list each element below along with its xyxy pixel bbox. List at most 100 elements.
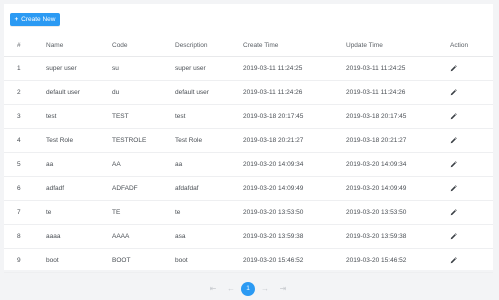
pencil-icon xyxy=(450,256,457,264)
table-row: 9 boot BOOT boot 2019-03-20 15:46:52 2019-03-… xyxy=(4,249,493,273)
pencil-icon xyxy=(450,136,457,144)
row-create-time: 2019-03-20 14:09:34 xyxy=(243,161,304,168)
row-name: te xyxy=(46,209,52,216)
first-page-button[interactable]: ⇤ xyxy=(207,283,219,295)
row-name: default user xyxy=(46,89,80,96)
row-code: TEST xyxy=(112,113,129,120)
last-page-button[interactable]: ⇥ xyxy=(277,283,289,295)
row-name: aaaa xyxy=(46,233,61,240)
prev-page-button[interactable]: ← xyxy=(225,283,237,295)
row-update-time: 2019-03-20 14:09:49 xyxy=(346,185,407,192)
row-update-time: 2019-03-11 11:24:26 xyxy=(346,89,406,96)
row-description: asa xyxy=(175,233,186,240)
row-create-time: 2019-03-11 11:24:25 xyxy=(243,65,303,72)
table-body: 1 super user su super user 2019-03-11 11:24:… xyxy=(4,57,493,273)
header-name: Name xyxy=(46,42,64,49)
row-code: TESTROLE xyxy=(112,137,147,144)
row-code: AA xyxy=(112,161,121,168)
row-create-time: 2019-03-20 14:09:49 xyxy=(243,185,304,192)
row-index: 6 xyxy=(17,185,21,192)
table-row: 6 adfadf ADFADF afdafdaf 2019-03-20 14:09:49… xyxy=(4,177,493,201)
row-index: 8 xyxy=(17,233,21,240)
row-code: du xyxy=(112,89,120,96)
roles-table: # Name Code Description Create Time Upda… xyxy=(4,36,493,273)
row-create-time: 2019-03-18 20:17:45 xyxy=(243,113,304,120)
pencil-icon xyxy=(450,184,457,192)
create-new-button[interactable]: + Create New xyxy=(10,13,60,26)
row-create-time: 2019-03-18 20:21:27 xyxy=(243,137,304,144)
edit-button[interactable] xyxy=(450,201,457,224)
row-update-time: 2019-03-18 20:17:45 xyxy=(346,113,407,120)
table-row: 4 Test Role TESTROLE Test Role 2019-03-18 20… xyxy=(4,129,493,153)
table-row: 5 aa AA aa 2019-03-20 14:09:34 2019-03-20 14:… xyxy=(4,153,493,177)
role-list-card: + Create New # Name Code Description Cre… xyxy=(4,4,493,273)
row-description: Test Role xyxy=(175,137,203,144)
row-index: 7 xyxy=(17,209,21,216)
row-index: 9 xyxy=(17,257,21,264)
row-update-time: 2019-03-20 13:59:38 xyxy=(346,233,407,240)
row-description: super user xyxy=(175,65,206,72)
edit-button[interactable] xyxy=(450,177,457,200)
edit-button[interactable] xyxy=(450,153,457,176)
row-description: boot xyxy=(175,257,188,264)
edit-button[interactable] xyxy=(450,81,457,104)
row-update-time: 2019-03-18 20:21:27 xyxy=(346,137,407,144)
row-update-time: 2019-03-20 15:46:52 xyxy=(346,257,407,264)
pencil-icon xyxy=(450,208,457,216)
row-update-time: 2019-03-20 14:09:34 xyxy=(346,161,407,168)
header-code: Code xyxy=(112,42,128,49)
row-name: Test Role xyxy=(46,137,74,144)
table-row: 2 default user du default user 2019-03-11 11… xyxy=(4,81,493,105)
row-description: default user xyxy=(175,89,209,96)
next-page-button[interactable]: → xyxy=(259,283,271,295)
row-create-time: 2019-03-20 13:53:50 xyxy=(243,209,304,216)
row-update-time: 2019-03-20 13:53:50 xyxy=(346,209,407,216)
row-name: super user xyxy=(46,65,77,72)
table-row: 1 super user su super user 2019-03-11 11:24:… xyxy=(4,57,493,81)
header-action: Action xyxy=(450,42,469,49)
pencil-icon xyxy=(450,232,457,240)
row-description: afdafdaf xyxy=(175,185,199,192)
row-name: test xyxy=(46,113,57,120)
row-name: adfadf xyxy=(46,185,65,192)
row-name: aa xyxy=(46,161,54,168)
header-index: # xyxy=(17,42,21,49)
row-name: boot xyxy=(46,257,59,264)
edit-button[interactable] xyxy=(450,129,457,152)
row-index: 4 xyxy=(17,137,21,144)
table-row: 7 te TE te 2019-03-20 13:53:50 2019-03-20 13:… xyxy=(4,201,493,225)
edit-button[interactable] xyxy=(450,249,457,272)
row-update-time: 2019-03-11 11:24:25 xyxy=(346,65,406,72)
row-description: aa xyxy=(175,161,183,168)
row-create-time: 2019-03-20 15:46:52 xyxy=(243,257,304,264)
header-update-time: Update Time xyxy=(346,42,383,49)
row-create-time: 2019-03-20 13:59:38 xyxy=(243,233,304,240)
header-create-time: Create Time xyxy=(243,42,279,49)
table-header-row: # Name Code Description Create Time Upda… xyxy=(4,36,493,57)
pencil-icon xyxy=(450,88,457,96)
pencil-icon xyxy=(450,160,457,168)
pencil-icon xyxy=(450,112,457,120)
row-index: 2 xyxy=(17,89,21,96)
row-description: test xyxy=(175,113,186,120)
table-row: 3 test TEST test 2019-03-18 20:17:45 2019-03-… xyxy=(4,105,493,129)
row-code: TE xyxy=(112,209,121,216)
row-description: te xyxy=(175,209,181,216)
edit-button[interactable] xyxy=(450,225,457,248)
table-row: 8 aaaa AAAA asa 2019-03-20 13:59:38 2019-03-2… xyxy=(4,225,493,249)
edit-button[interactable] xyxy=(450,105,457,128)
create-new-label: Create New xyxy=(21,16,56,23)
pencil-icon xyxy=(450,64,457,72)
row-index: 1 xyxy=(17,65,21,72)
row-index: 5 xyxy=(17,161,21,168)
pagination: ⇤ ← 1 → ⇥ xyxy=(0,281,499,297)
page-1-button[interactable]: 1 xyxy=(241,282,255,296)
row-create-time: 2019-03-11 11:24:26 xyxy=(243,89,303,96)
row-code: AAAA xyxy=(112,233,130,240)
row-index: 3 xyxy=(17,113,21,120)
header-description: Description xyxy=(175,42,208,49)
row-code: BOOT xyxy=(112,257,131,264)
plus-icon: + xyxy=(14,16,19,23)
row-code: ADFADF xyxy=(112,185,138,192)
edit-button[interactable] xyxy=(450,57,457,80)
